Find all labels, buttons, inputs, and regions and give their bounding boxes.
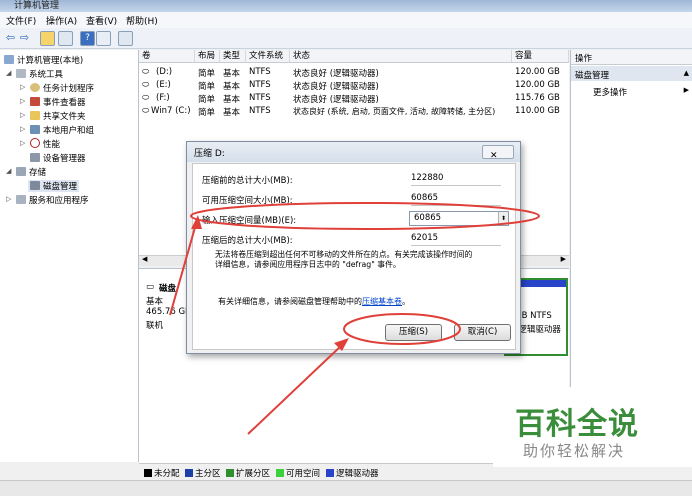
toolbar: ⇦ ⇨ ? xyxy=(0,28,692,49)
back-icon[interactable]: ⇦ xyxy=(4,31,17,44)
tree-item-local-users[interactable]: 本地用户和组 xyxy=(30,124,94,136)
tree-item-system-tools[interactable]: 系统工具 xyxy=(16,68,63,80)
more-actions-link[interactable]: 更多操作 xyxy=(593,86,627,98)
collapse-arrow-icon[interactable]: ▷ xyxy=(20,139,25,147)
event-viewer-icon xyxy=(30,97,40,106)
clock-icon xyxy=(30,83,40,92)
collapse-arrow-icon[interactable]: ▷ xyxy=(6,195,11,203)
dialog-title: 压缩 D: xyxy=(194,149,225,159)
shrink-amount-input[interactable]: 60865 xyxy=(414,213,441,223)
tree-item-disk-management[interactable]: 磁盘管理 xyxy=(28,180,80,192)
legend-item: 逻辑驱动器 xyxy=(326,467,379,479)
performance-icon xyxy=(30,138,40,148)
shared-folder-icon xyxy=(30,111,40,120)
tree-root[interactable]: 计算机管理(本地) xyxy=(4,54,83,66)
tree-item-task-scheduler[interactable]: 任务计划程序 xyxy=(30,82,94,94)
compress-button[interactable]: 压缩(S) xyxy=(385,324,442,341)
watermark-subtitle: 助你轻松解决 xyxy=(523,442,626,460)
tools-icon xyxy=(16,69,26,78)
window-title: 计算机管理 xyxy=(14,1,60,11)
computer-icon xyxy=(4,55,14,64)
tree-item-services[interactable]: 服务和应用程序 xyxy=(16,194,89,206)
shrink-amount-spinbox[interactable]: 60865 ⬍ xyxy=(409,211,509,226)
shrink-amount-label: 输入压缩空间量(MB)(E): xyxy=(202,216,297,226)
menu-bar: 文件(F) 操作(A) 查看(V) 帮助(H) xyxy=(0,12,692,29)
status-bar xyxy=(0,480,692,496)
expand-arrow-icon[interactable]: ◢ xyxy=(6,69,11,77)
dialog-title-bar: 压缩 D: ✕ xyxy=(187,142,520,162)
panel-icon[interactable] xyxy=(96,31,111,46)
size-after-value: 62015 xyxy=(411,233,501,246)
spin-arrows-icon[interactable]: ⬍ xyxy=(498,212,508,225)
watermark: 百科全说 助你轻松解决 xyxy=(493,387,692,467)
collapse-arrow-icon[interactable]: ▷ xyxy=(20,83,25,91)
scroll-right-icon[interactable]: ▶ xyxy=(561,255,566,263)
tree-item-event-viewer[interactable]: 事件查看器 xyxy=(30,96,86,108)
drive-icon: ⬭ xyxy=(142,67,150,77)
collapse-up-icon[interactable]: ▲ xyxy=(684,69,689,77)
actions-header: 操作 xyxy=(575,54,593,64)
collapse-arrow-icon[interactable]: ▷ xyxy=(20,97,25,105)
services-icon xyxy=(16,195,26,204)
disk-size: 465.76 GB xyxy=(146,307,191,317)
users-icon xyxy=(30,125,40,134)
more-actions-arrow-icon[interactable]: ▶ xyxy=(684,86,689,94)
column-header-capacity[interactable]: 容量 xyxy=(512,50,569,63)
cancel-button[interactable]: 取消(C) xyxy=(454,324,511,341)
tree-item-shared-folders[interactable]: 共享文件夹 xyxy=(30,110,86,122)
shrink-note: 无法将卷压缩到超出任何不可移动的文件所在的点。有关完成该操作时间的 详细信息，请… xyxy=(215,250,473,269)
disk-icon: ▭ xyxy=(146,282,155,292)
column-header-type[interactable]: 类型 xyxy=(220,50,246,63)
menu-file[interactable]: 文件(F) xyxy=(6,14,36,27)
dialog-body: 压缩前的总计大小(MB): 122880 可用压缩空间大小(MB): 60865… xyxy=(192,163,516,350)
expand-arrow-icon[interactable]: ◢ xyxy=(6,167,11,175)
watermark-logo: 百科全说 xyxy=(515,407,639,442)
disk-status: 联机 xyxy=(146,321,164,331)
close-button[interactable]: ✕ xyxy=(482,145,514,161)
collapse-arrow-icon[interactable]: ▷ xyxy=(20,125,25,133)
column-header-layout[interactable]: 布局 xyxy=(195,50,220,63)
help-icon[interactable]: ? xyxy=(80,31,95,46)
up-folder-icon[interactable] xyxy=(40,31,55,46)
close-icon: ✕ xyxy=(490,151,498,161)
disk-name: 磁盘 xyxy=(159,284,177,294)
navigation-tree: 计算机管理(本地) ◢ 系统工具 ▷ 任务计划程序 ▷ 事件查看器 ▷ 共享文件… xyxy=(0,50,139,462)
drive-icon: ⬭ xyxy=(142,106,150,116)
size-after-label: 压缩后的总计大小(MB): xyxy=(202,236,293,246)
size-before-value: 122880 xyxy=(411,173,501,186)
actions-section-title: 磁盘管理 xyxy=(575,71,610,81)
column-header-status[interactable]: 状态 xyxy=(290,50,512,63)
available-shrink-label: 可用压缩空间大小(MB): xyxy=(202,196,293,206)
tree-item-performance[interactable]: 性能 xyxy=(30,138,60,150)
show-tree-icon[interactable] xyxy=(58,31,73,46)
collapse-arrow-icon[interactable]: ▷ xyxy=(20,111,25,119)
title-bar: 计算机管理 xyxy=(0,0,692,12)
legend-item: 扩展分区 xyxy=(226,467,270,479)
scroll-left-icon[interactable]: ◀ xyxy=(142,255,147,263)
properties-icon[interactable] xyxy=(118,31,133,46)
drive-icon: ⬭ xyxy=(142,93,150,103)
legend-item: 主分区 xyxy=(185,467,221,479)
forward-icon[interactable]: ⇨ xyxy=(18,31,31,44)
tree-item-storage[interactable]: 存储 xyxy=(16,166,46,178)
size-before-label: 压缩前的总计大小(MB): xyxy=(202,176,293,186)
storage-icon xyxy=(16,167,26,176)
drive-icon: ⬭ xyxy=(142,80,150,90)
legend-item: 未分配 xyxy=(144,467,180,479)
shrink-basic-volume-link[interactable]: 压缩基本卷 xyxy=(362,297,402,306)
device-manager-icon xyxy=(30,153,40,162)
menu-view[interactable]: 查看(V) xyxy=(86,14,117,27)
legend-item: 可用空间 xyxy=(276,467,320,479)
disk-management-icon xyxy=(30,181,40,190)
column-header-filesystem[interactable]: 文件系统 xyxy=(246,50,290,63)
disk-type: 基本 xyxy=(146,297,164,307)
menu-action[interactable]: 操作(A) xyxy=(46,14,77,27)
column-header-volume[interactable]: 卷 xyxy=(139,50,195,63)
shrink-volume-dialog: 压缩 D: ✕ 压缩前的总计大小(MB): 122880 可用压缩空间大小(MB… xyxy=(186,141,521,354)
help-info-text: 有关详细信息，请参阅磁盘管理帮助中的压缩基本卷。 xyxy=(218,297,410,306)
tree-item-device-manager[interactable]: 设备管理器 xyxy=(30,152,86,164)
menu-help[interactable]: 帮助(H) xyxy=(126,14,158,27)
available-shrink-value: 60865 xyxy=(411,193,501,206)
